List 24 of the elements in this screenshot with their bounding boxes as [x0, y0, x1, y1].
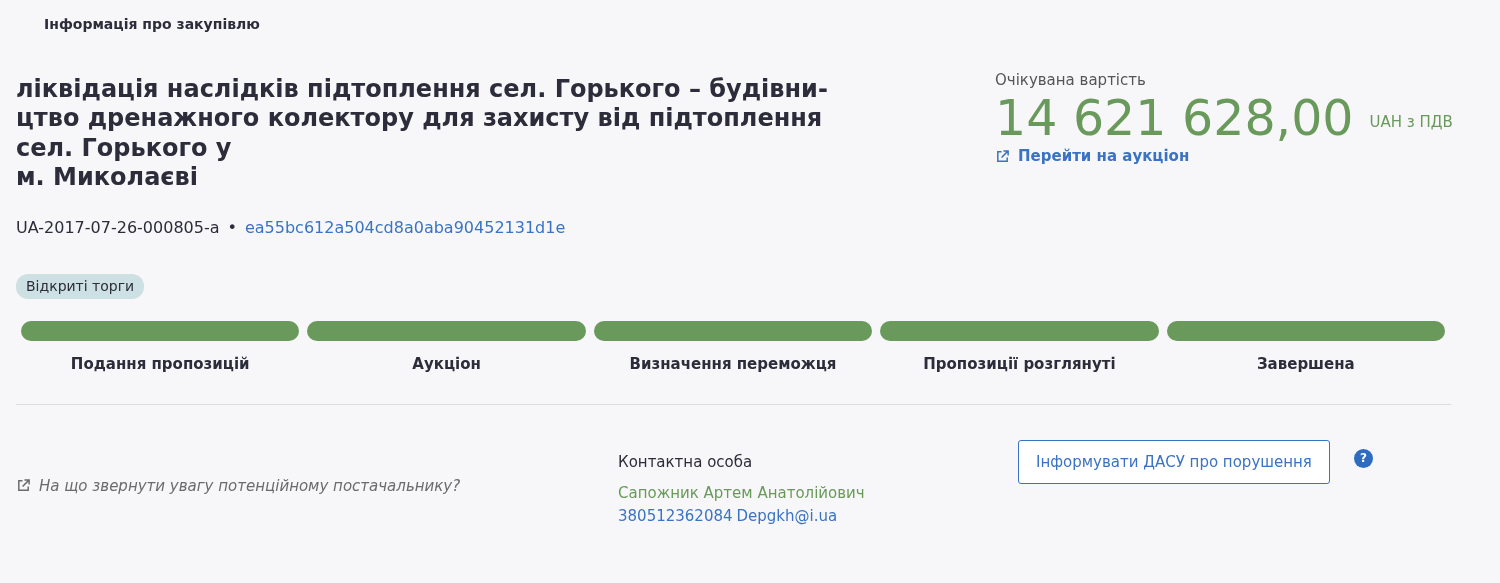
external-link-icon	[995, 149, 1010, 165]
price-label: Очікувана вартість	[995, 70, 1147, 91]
auction-link[interactable]: Перейти на аукціон	[995, 145, 1190, 168]
supplier-hint-link[interactable]: На що звернути увагу потенційному постачальнику?	[16, 474, 618, 498]
tender-id: UA-2017-07-26-000805-a	[16, 217, 220, 240]
phone-link[interactable]: 380512362084	[618, 504, 733, 528]
help-icon[interactable]: ?	[1353, 448, 1373, 468]
stage-label: Аукціон	[412, 355, 481, 374]
currency: UAH з ПДВ	[1369, 111, 1453, 133]
tender-title: ліквідація наслідків підтоплення сел. Горького – будівни- цтво дренажного колектору для захисту від підтоплення сел. Горького у м. Миколаєві	[16, 75, 829, 193]
price-amount: 14 621 628,00	[995, 91, 1354, 146]
procedure-badge: Відкриті торги	[16, 274, 145, 300]
stage-label: Завершена	[1256, 355, 1355, 374]
hash-link[interactable]: ea55bc612a504cd8a0aba90452131d1e	[244, 216, 566, 241]
contact-heading: Контактна особа	[618, 451, 754, 473]
contact-name: Сапожник Артем Анатолійович	[618, 483, 866, 505]
stage-label: Пропозиції розглянуті	[923, 355, 1116, 374]
email-link[interactable]: Depgkh@i.ua	[736, 504, 838, 528]
separator: •	[227, 217, 237, 240]
stage-label: Визначення переможця	[629, 355, 837, 374]
stage-label: Подання пропозицій	[70, 355, 250, 374]
external-link-icon	[16, 478, 31, 494]
report-button[interactable]: Інформувати ДАСУ про порушення	[1018, 439, 1330, 485]
section-title: Інформація про закупівлю	[43, 15, 261, 34]
